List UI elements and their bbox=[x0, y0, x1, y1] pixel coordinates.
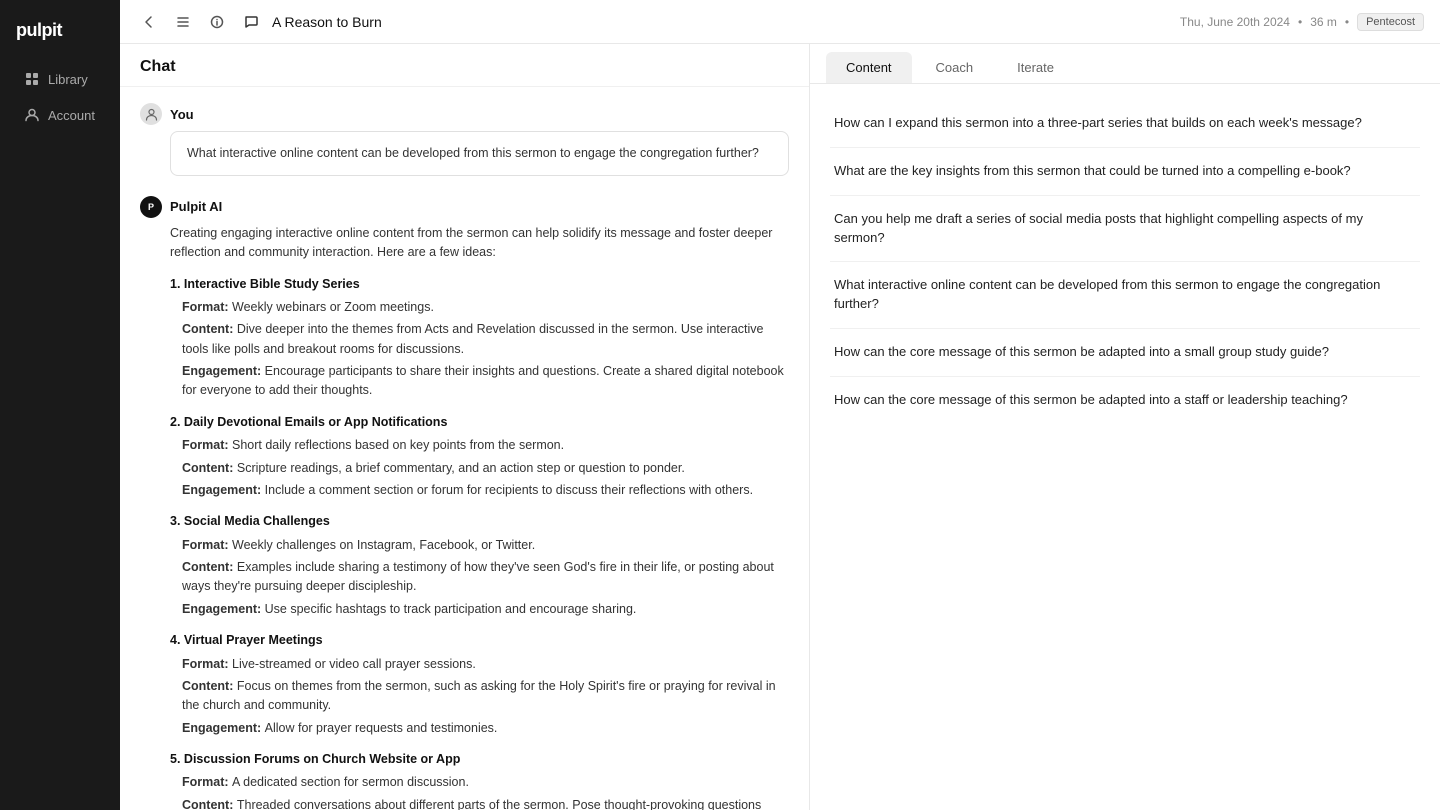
meta-badge: Pentecost bbox=[1357, 13, 1424, 31]
main-content: A Reason to Burn Thu, June 20th 2024 • 3… bbox=[120, 0, 1440, 810]
meta-date: Thu, June 20th 2024 bbox=[1180, 15, 1290, 29]
meta-duration: 36 m bbox=[1310, 15, 1337, 29]
topbar-meta: Thu, June 20th 2024 • 36 m • Pentecost bbox=[1180, 13, 1424, 31]
ai-item-4: 4. Virtual Prayer Meetings Format: Live-… bbox=[170, 631, 789, 738]
user-message-text: What interactive online content can be d… bbox=[170, 131, 789, 176]
sidebar: pulpit Library Account bbox=[0, 0, 120, 810]
ai-avatar: P bbox=[140, 196, 162, 218]
library-icon bbox=[24, 71, 40, 87]
ai-sender-name: Pulpit AI bbox=[170, 199, 222, 214]
account-icon bbox=[24, 107, 40, 123]
suggestion-1[interactable]: How can I expand this sermon into a thre… bbox=[830, 100, 1420, 148]
suggestion-2[interactable]: What are the key insights from this serm… bbox=[830, 148, 1420, 196]
content-area: Chat You What interactive o bbox=[120, 44, 1440, 810]
ai-item-5: 5. Discussion Forums on Church Website o… bbox=[170, 750, 789, 810]
ai-sender-row: P Pulpit AI bbox=[140, 196, 789, 218]
meta-separator: • bbox=[1298, 15, 1302, 29]
ai-item-2: 2. Daily Devotional Emails or App Notifi… bbox=[170, 413, 789, 501]
right-tabs: Content Coach Iterate bbox=[810, 44, 1440, 84]
right-suggestions: How can I expand this sermon into a thre… bbox=[810, 84, 1440, 810]
ai-item-1: 1. Interactive Bible Study Series Format… bbox=[170, 275, 789, 401]
chat-panel: Chat You What interactive o bbox=[120, 44, 810, 810]
list-button[interactable] bbox=[170, 9, 196, 35]
right-panel: Content Coach Iterate How can I expand t… bbox=[810, 44, 1440, 810]
tab-content[interactable]: Content bbox=[826, 52, 912, 83]
suggestion-4[interactable]: What interactive online content can be d… bbox=[830, 262, 1420, 329]
document-title: A Reason to Burn bbox=[272, 14, 1172, 30]
suggestion-3[interactable]: Can you help me draft a series of social… bbox=[830, 196, 1420, 263]
back-button[interactable] bbox=[136, 9, 162, 35]
tab-iterate[interactable]: Iterate bbox=[997, 52, 1074, 83]
meta-separator2: • bbox=[1345, 15, 1349, 29]
suggestion-5[interactable]: How can the core message of this sermon … bbox=[830, 329, 1420, 377]
ai-intro: Creating engaging interactive online con… bbox=[170, 224, 789, 263]
ai-message-content: Creating engaging interactive online con… bbox=[170, 224, 789, 810]
chat-button[interactable] bbox=[238, 9, 264, 35]
app-logo: pulpit bbox=[0, 16, 120, 61]
user-avatar bbox=[140, 103, 162, 125]
chat-header: Chat bbox=[120, 44, 809, 87]
sidebar-library-label: Library bbox=[48, 72, 88, 87]
sidebar-account-label: Account bbox=[48, 108, 95, 123]
suggestion-6[interactable]: How can the core message of this sermon … bbox=[830, 377, 1420, 424]
info-button[interactable] bbox=[204, 9, 230, 35]
topbar: A Reason to Burn Thu, June 20th 2024 • 3… bbox=[120, 0, 1440, 44]
ai-item-3: 3. Social Media Challenges Format: Weekl… bbox=[170, 512, 789, 619]
sidebar-item-account[interactable]: Account bbox=[8, 99, 112, 131]
chat-messages[interactable]: You What interactive online content can … bbox=[120, 87, 809, 810]
user-message-block: You What interactive online content can … bbox=[140, 103, 789, 176]
user-sender-row: You bbox=[140, 103, 789, 125]
user-sender-name: You bbox=[170, 107, 194, 122]
sidebar-item-library[interactable]: Library bbox=[8, 63, 112, 95]
ai-message-block: P Pulpit AI Creating engaging interactiv… bbox=[140, 196, 789, 810]
tab-coach[interactable]: Coach bbox=[916, 52, 994, 83]
